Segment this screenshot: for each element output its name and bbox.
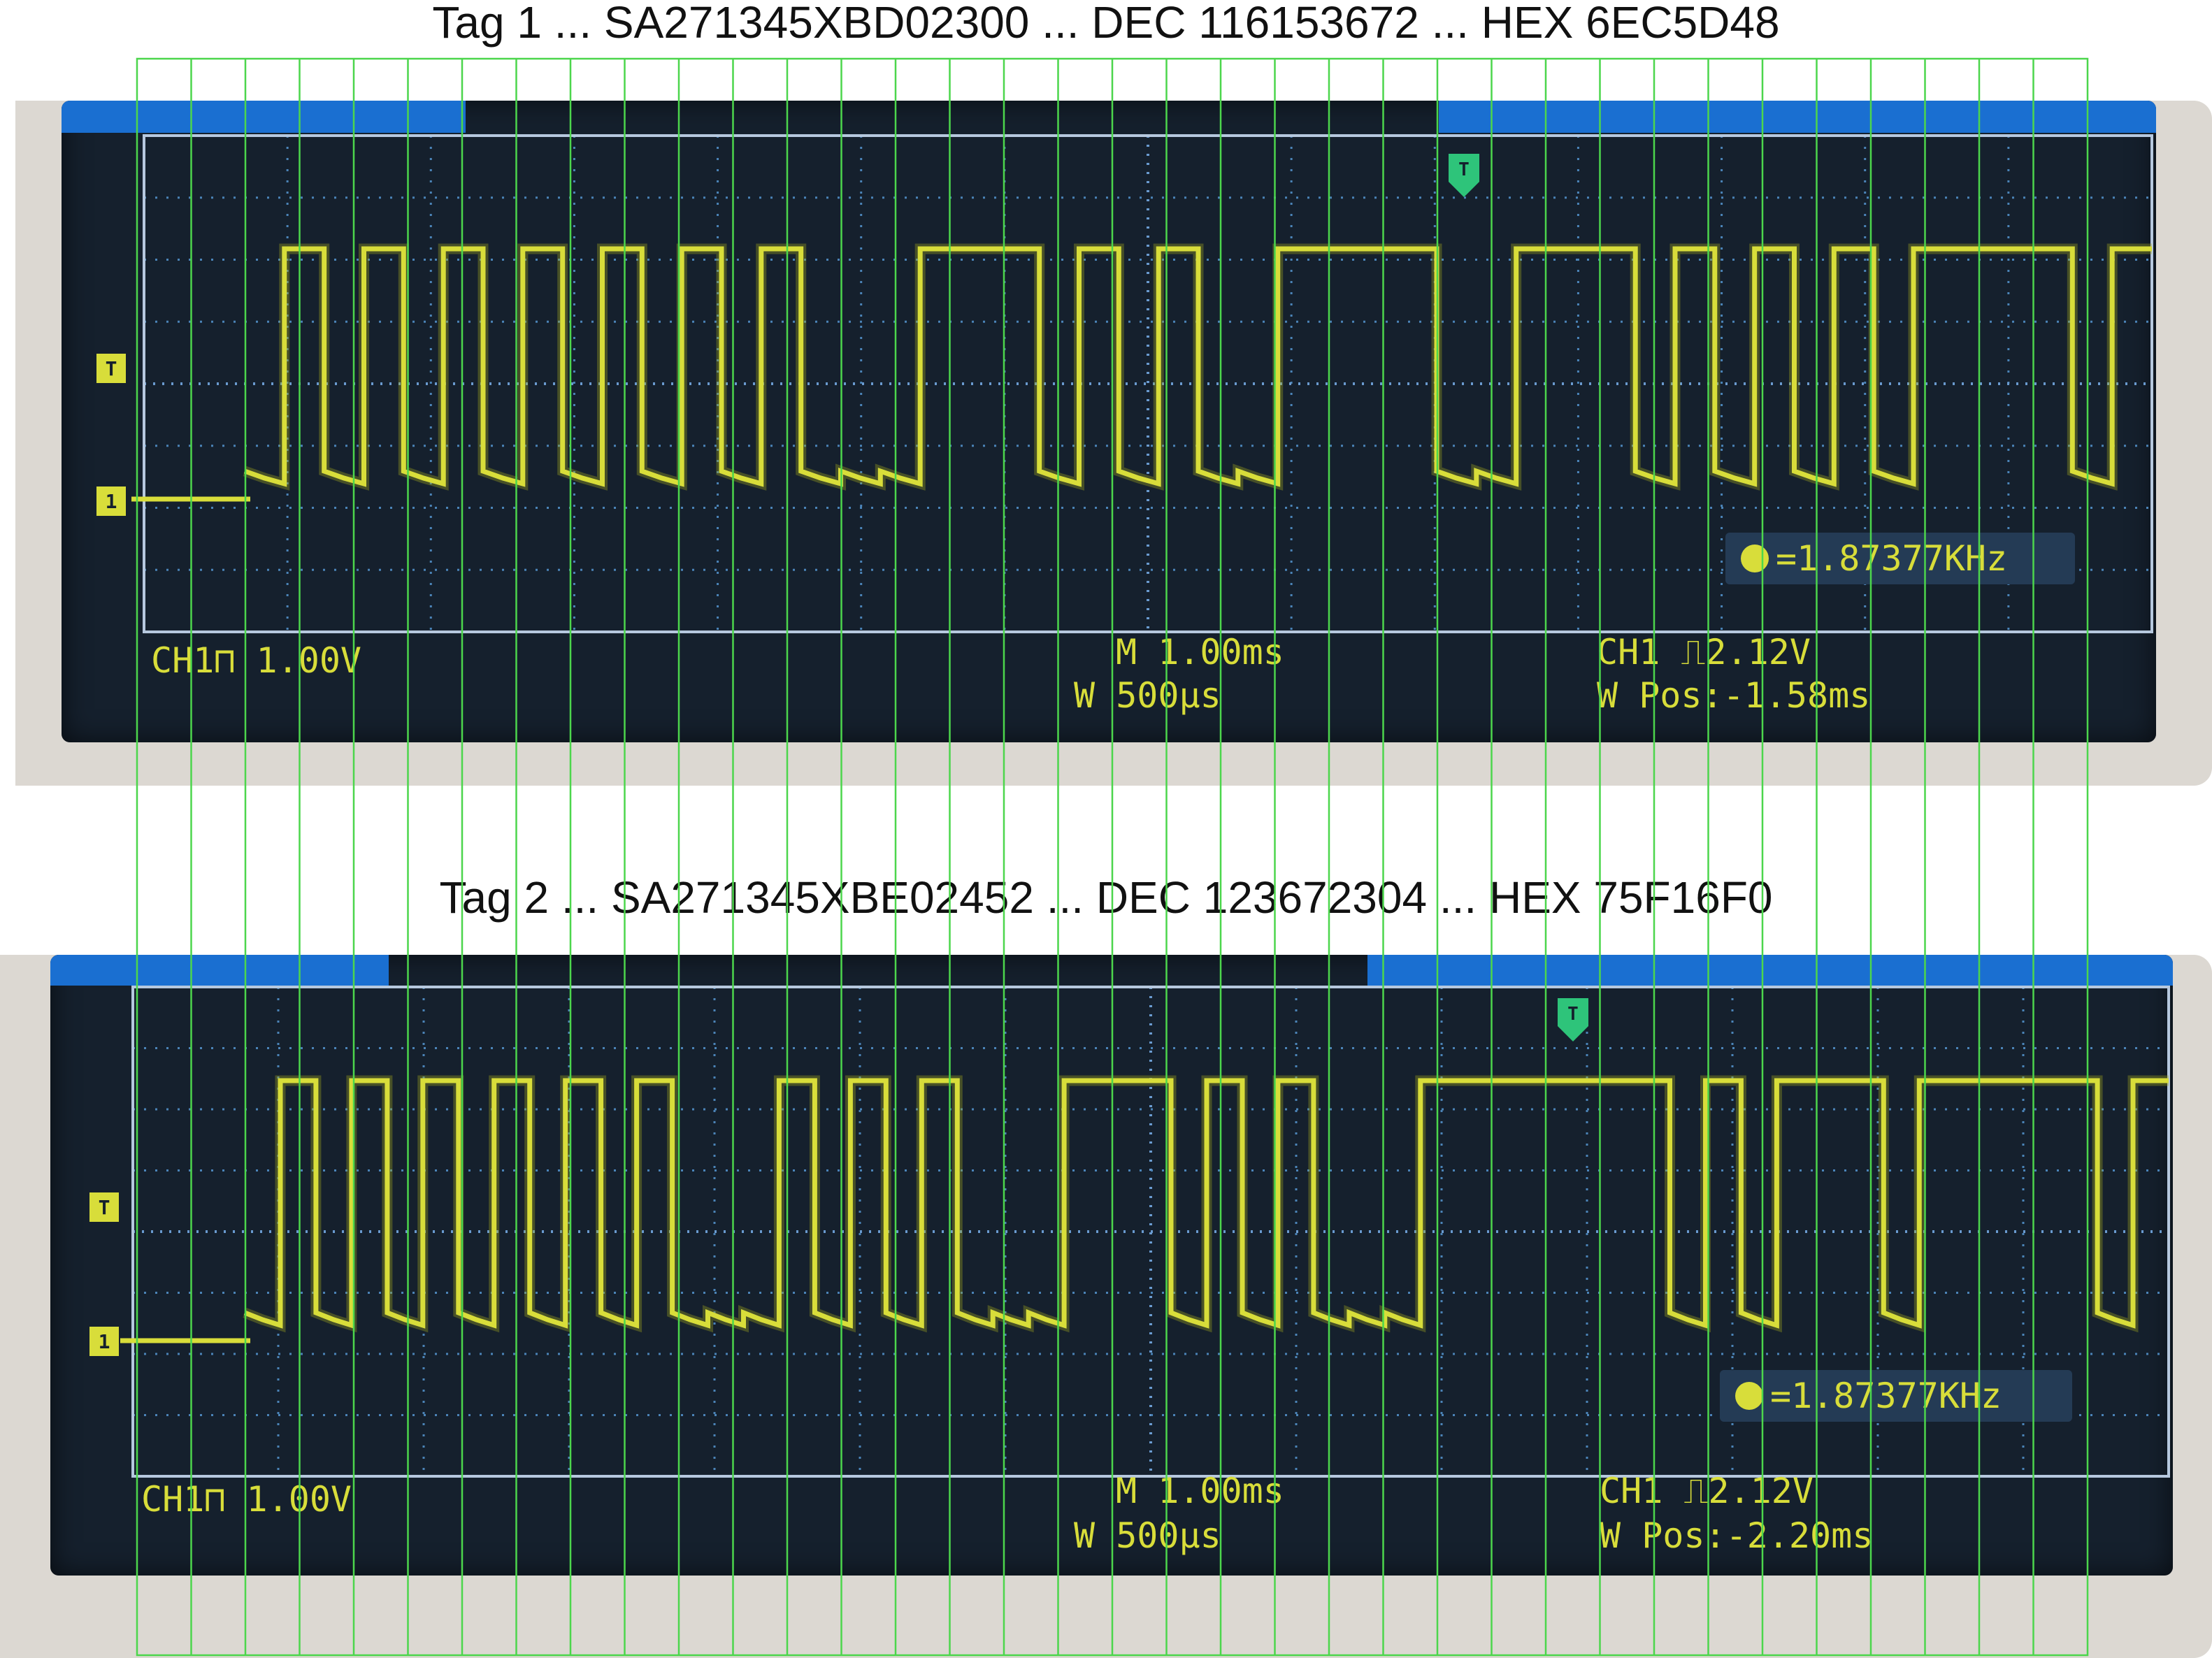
bit-boundary-overlay xyxy=(136,57,2089,1657)
